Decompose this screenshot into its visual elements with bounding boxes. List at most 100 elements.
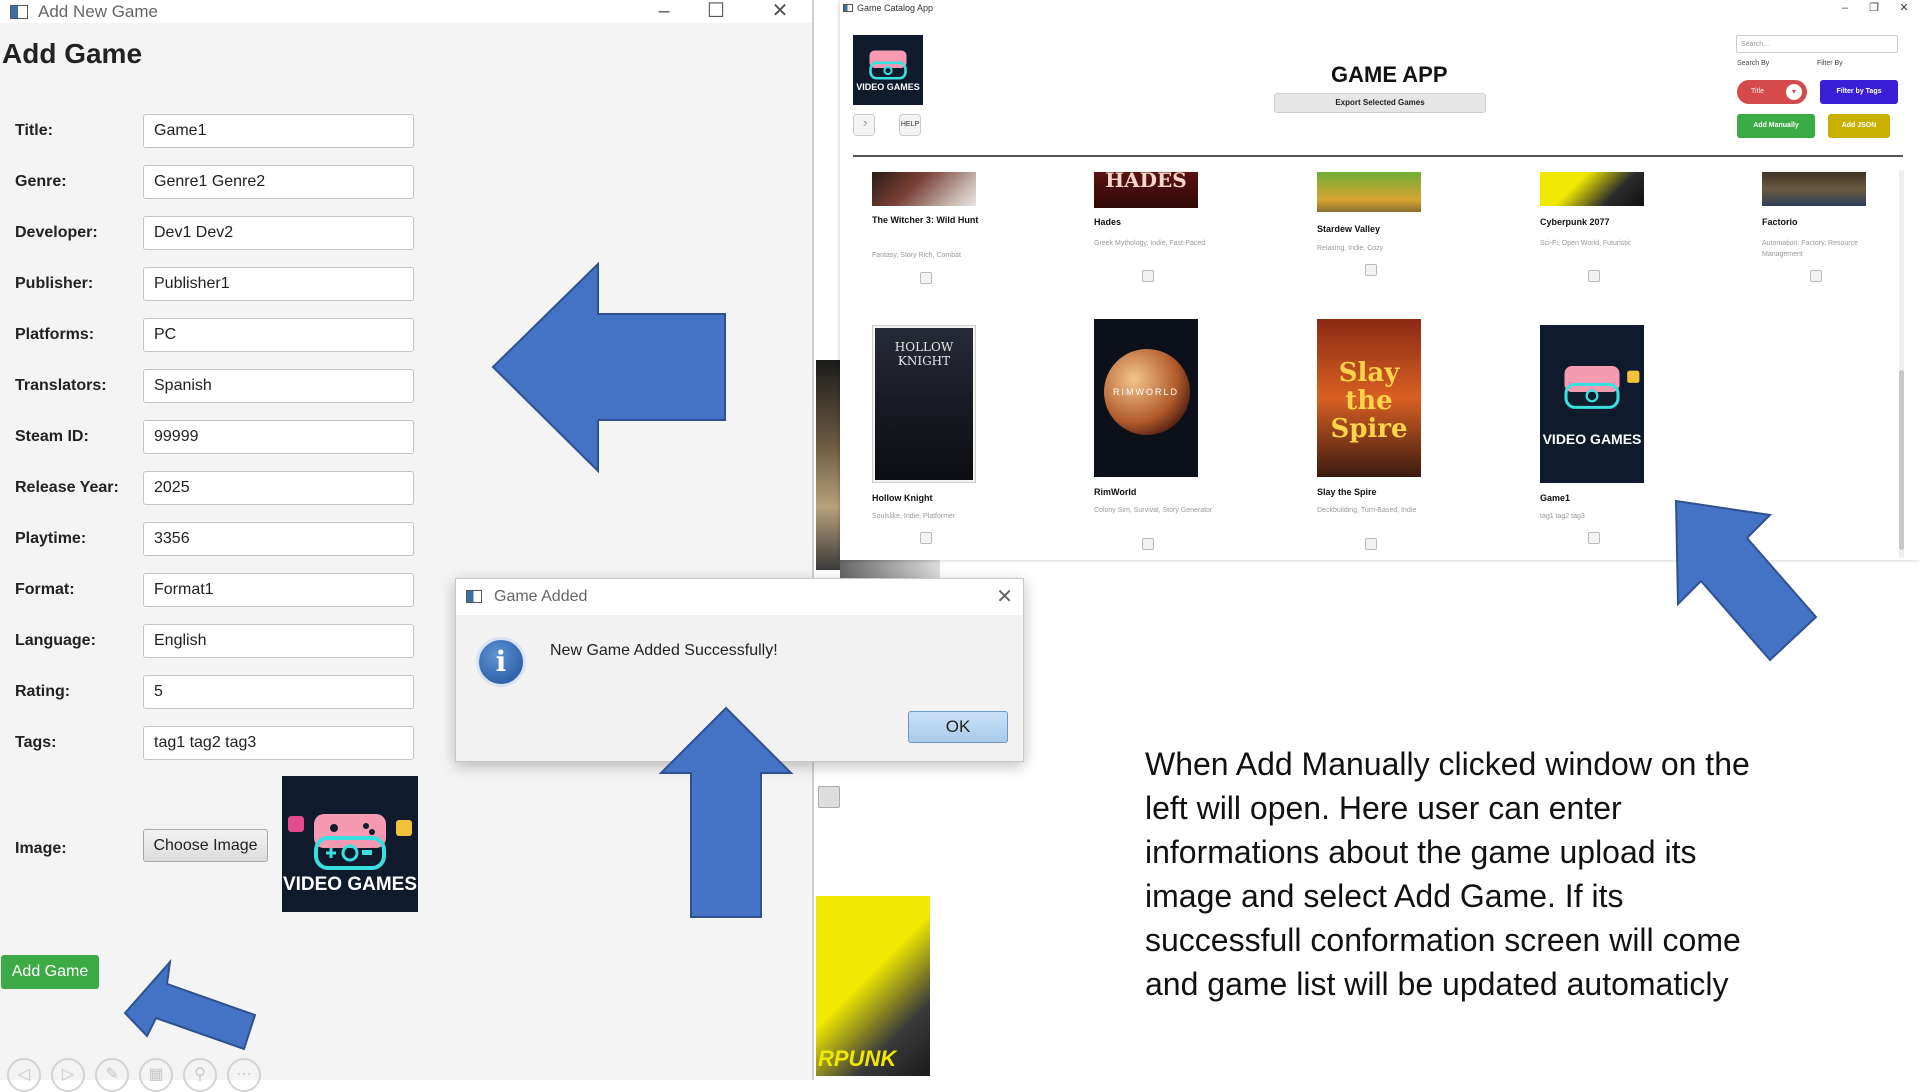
scrollbar-thumb[interactable] <box>1899 370 1904 550</box>
form-row: Playtime: 3356 <box>15 522 435 556</box>
game-checkbox[interactable] <box>920 532 932 544</box>
game-tags: Sci-Fi, Open World, Futuristic <box>1540 240 1632 247</box>
close-icon[interactable]: ✕ <box>996 584 1013 609</box>
catalog-scrollbar[interactable] <box>1899 170 1904 558</box>
field-input[interactable]: Dev1 Dev2 <box>143 216 414 250</box>
game-name: Slay the Spire <box>1317 487 1377 497</box>
game-name: Hollow Knight <box>872 493 933 503</box>
choose-image-button[interactable]: Choose Image <box>143 829 268 862</box>
field-label: Platforms: <box>15 326 95 343</box>
game-name: Factorio <box>1762 217 1798 227</box>
game-name: Cyberpunk 2077 <box>1540 217 1610 227</box>
field-label: Playtime: <box>15 530 87 547</box>
field-label: Developer: <box>15 224 98 241</box>
field-label: Genre: <box>15 173 67 190</box>
cyberpunk-cover-fragment: RPUNK <box>816 896 930 1076</box>
arrow-down-left-icon <box>123 958 257 1051</box>
form-row: Publisher: Publisher1 <box>15 267 435 301</box>
restore-icon[interactable]: ❐ <box>1859 0 1889 16</box>
zoom-icon[interactable]: ⚲ <box>183 1058 217 1092</box>
back-icon[interactable]: ◁ <box>7 1058 41 1092</box>
close-icon[interactable]: ✕ <box>1889 0 1919 16</box>
field-input[interactable]: 5 <box>143 675 414 709</box>
field-input[interactable]: Genre1 Genre2 <box>143 165 414 199</box>
minimize-icon[interactable]: – <box>644 0 684 23</box>
game-cover <box>1540 172 1644 206</box>
game-checkbox[interactable] <box>1365 264 1377 276</box>
game-checkbox[interactable] <box>1588 532 1600 544</box>
field-input[interactable]: 3356 <box>143 522 414 556</box>
form-row: Rating: 5 <box>15 675 435 709</box>
arrow-left-icon <box>491 261 726 474</box>
chevron-down-icon: ▾ <box>1786 84 1802 100</box>
header-divider <box>853 155 1903 157</box>
game-tags: Fantasy, Story Rich, Combat <box>872 252 961 259</box>
field-input[interactable]: Game1 <box>143 114 414 148</box>
app-title: GAME APP <box>1331 62 1448 87</box>
close-icon[interactable]: ✕ <box>760 0 800 23</box>
minimize-icon[interactable]: – <box>1830 0 1860 16</box>
game-tags: Colony Sim, Survival, Story Generator <box>1094 507 1213 514</box>
gallery-icon[interactable]: ▦ <box>139 1058 173 1092</box>
field-label: Format: <box>15 581 75 598</box>
background-cover-fragment <box>840 560 940 580</box>
field-input[interactable]: tag1 tag2 tag3 <box>143 726 414 760</box>
field-input[interactable]: PC <box>143 318 414 352</box>
theme-toggle-icon[interactable]: ☽ <box>853 114 875 136</box>
add-window-titlebar: Add New Game <box>0 0 812 23</box>
game-checkbox[interactable] <box>920 272 932 284</box>
filter-by-tags-button[interactable]: Filter by Tags <box>1820 80 1898 104</box>
game-checkbox[interactable] <box>1142 270 1154 282</box>
arrow-up-left-icon <box>1674 499 1818 662</box>
add-json-button[interactable]: Add JSON <box>1828 114 1890 138</box>
form-row: Release Year: 2025 <box>15 471 435 505</box>
maximize-icon[interactable]: ☐ <box>696 0 736 23</box>
ok-button[interactable]: OK <box>908 711 1008 743</box>
game-cover: VIDEO GAMES <box>1540 325 1644 483</box>
field-input[interactable]: English <box>143 624 414 658</box>
export-selected-button[interactable]: Export Selected Games <box>1274 93 1486 113</box>
gamepad-icon <box>853 35 923 105</box>
catalog-window-title: Game Catalog App <box>857 3 934 13</box>
add-game-button[interactable]: Add Game <box>1 955 99 989</box>
edit-icon[interactable]: ✎ <box>95 1058 129 1092</box>
form-row: Platforms: PC <box>15 318 435 352</box>
page-title: Add Game <box>2 38 143 69</box>
form-row: Tags: tag1 tag2 tag3 <box>15 726 435 760</box>
arrow-up-icon <box>658 706 794 918</box>
dialog-title: Game Added <box>494 588 588 605</box>
game-cover <box>872 172 976 206</box>
field-input[interactable]: 2025 <box>143 471 414 505</box>
form-row: Developer: Dev1 Dev2 <box>15 216 435 250</box>
field-input[interactable]: 99999 <box>143 420 414 454</box>
cover-fragment-text: RPUNK <box>818 1046 897 1071</box>
game-tags: tag1 tag2 tag3 <box>1540 513 1585 520</box>
game-checkbox[interactable] <box>1142 538 1154 550</box>
game-cover: HADES <box>1094 172 1198 208</box>
game-checkbox[interactable] <box>1810 270 1822 282</box>
search-by-toggle[interactable]: Title ▾ <box>1737 80 1807 104</box>
game-image-preview: VIDEO GAMES <box>282 776 418 912</box>
more-icon[interactable]: ⋯ <box>227 1058 261 1092</box>
field-label: Tags: <box>15 734 57 751</box>
add-manually-button[interactable]: Add Manually <box>1737 114 1815 138</box>
game-checkbox[interactable] <box>1588 270 1600 282</box>
forward-icon[interactable]: ▷ <box>51 1058 85 1092</box>
game-tags: Automation, Factory, Resource Management <box>1762 240 1858 258</box>
cover-title: VIDEO GAMES <box>1542 431 1642 447</box>
help-button[interactable]: HELP <box>899 114 921 136</box>
app-icon <box>10 4 28 19</box>
add-window-title: Add New Game <box>38 1 158 21</box>
field-input[interactable]: Spanish <box>143 369 414 403</box>
game-checkbox[interactable] <box>1365 538 1377 550</box>
game-tags: Greek Mythology, Indie, Fast-Paced <box>1094 240 1206 247</box>
toggle-label: Title <box>1751 88 1764 95</box>
game-cover <box>1762 172 1866 206</box>
search-input[interactable]: Search... <box>1736 35 1898 53</box>
app-icon <box>466 590 482 603</box>
bottom-toolbar: ◁ ▷ ✎ ▦ ⚲ ⋯ <box>7 1058 261 1092</box>
field-input[interactable]: Publisher1 <box>143 267 414 301</box>
form-row: Genre: Genre1 Genre2 <box>15 165 435 199</box>
game-name: Hades <box>1094 217 1122 227</box>
field-input[interactable]: Format1 <box>143 573 414 607</box>
